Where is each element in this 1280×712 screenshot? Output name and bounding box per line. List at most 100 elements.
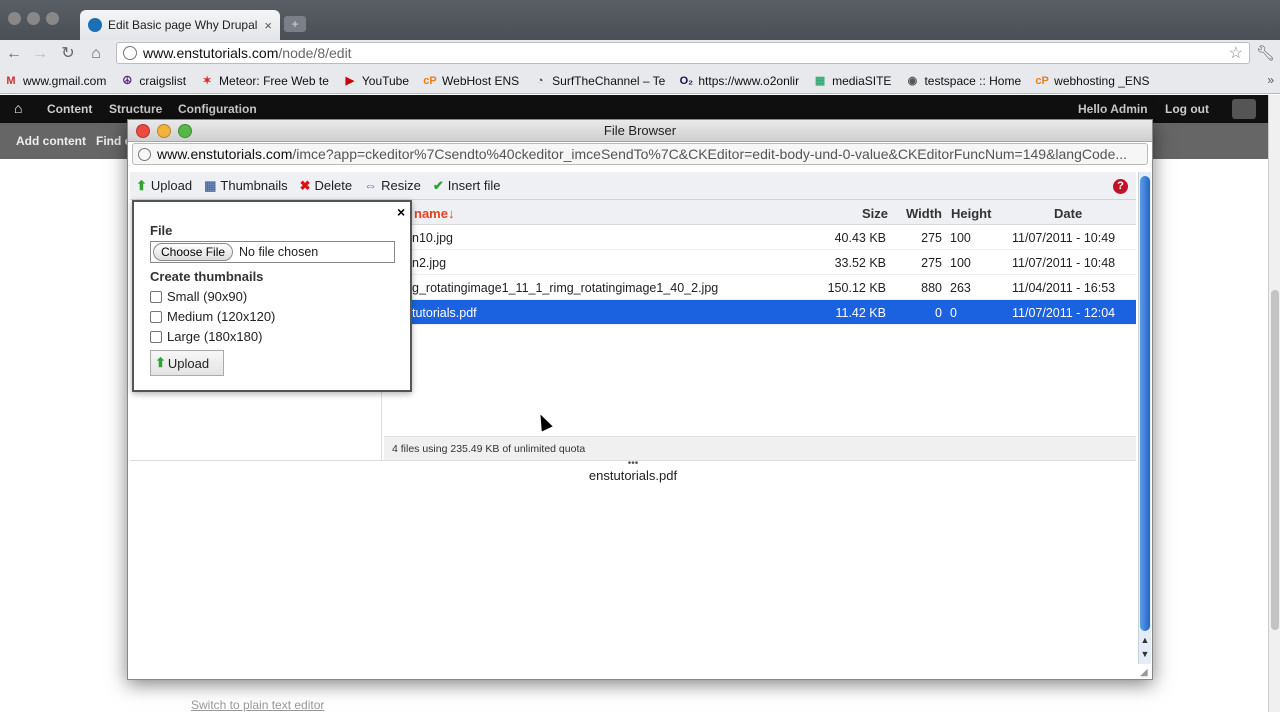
admin-menu-structure[interactable]: Structure (109, 102, 162, 116)
pane-splitter[interactable]: ••• (130, 459, 1136, 469)
bookmark-item[interactable]: ◔ SurfTheChannel – Te (533, 74, 666, 88)
bookmark-item[interactable]: ◉ testspace :: Home (905, 74, 1022, 88)
file-date-cell: 11/07/2011 - 10:49 (1012, 231, 1116, 245)
popup-minimize-button[interactable] (157, 124, 171, 138)
toolbar-insert-label: Insert file (447, 178, 501, 193)
bookmark-star-icon[interactable]: ☆ (1229, 43, 1243, 63)
popup-scrollbar[interactable]: ▲ ▼ (1138, 172, 1151, 664)
bookmark-item[interactable]: Mwww.gmail.com (4, 74, 106, 88)
close-icon[interactable]: × (397, 204, 405, 220)
file-name-cell: n2.jpg (412, 256, 447, 270)
column-name-header[interactable]: name↓ (414, 206, 454, 221)
column-width-header[interactable]: Width (906, 206, 942, 221)
bookmark-item[interactable]: ▶ YouTube (343, 74, 409, 88)
shortcut-add-content[interactable]: Add content (16, 134, 86, 148)
file-row[interactable]: n10.jpg 40.43 KB 275 100 11/07/2011 - 10:49 (384, 225, 1136, 250)
thumb-small-checkbox[interactable] (150, 290, 162, 303)
meteor-icon: ✶ (202, 74, 212, 87)
help-icon[interactable]: ? (1113, 179, 1128, 194)
admin-menu-content[interactable]: Content (47, 102, 92, 116)
bookmark-label: https://www.o2onlir (698, 73, 800, 88)
browser-tab[interactable]: Edit Basic page Why Drupal × (80, 10, 280, 40)
bookmark-item[interactable]: cP WebHost ENS (423, 74, 519, 88)
toolbar-thumbnails-button[interactable]: ▦ Thumbnails (198, 178, 294, 194)
file-size-cell: 11.42 KB (835, 306, 886, 320)
choose-file-button[interactable]: Choose File (153, 243, 234, 261)
toolbar-insert-button[interactable]: ✔ Insert file (427, 178, 507, 194)
gmail-icon: M (6, 74, 16, 87)
address-bar[interactable]: www.enstutorials.com /node/8/edit ☆ (116, 42, 1250, 64)
thumb-large-checkbox[interactable] (150, 330, 162, 343)
page-scrollbar-thumb[interactable] (1271, 290, 1279, 630)
thumb-large-option[interactable]: Large (180x180) (150, 329, 262, 344)
toolbar-delete-label: Delete (314, 178, 353, 193)
window-maximize-button[interactable] (46, 12, 59, 25)
hello-admin-link[interactable]: Hello Admin (1078, 102, 1148, 116)
thumb-medium-checkbox[interactable] (150, 310, 162, 323)
file-height-cell: 263 (950, 281, 971, 295)
file-list-header: name↓ Size Width Height Date (384, 200, 1136, 225)
file-row[interactable]: g_rotatingimage1_11_1_rimg_rotatingimage… (384, 275, 1136, 300)
bookmark-item[interactable]: O₂ https://www.o2onlir (679, 74, 799, 88)
thumbnails-icon: ▦ (204, 177, 217, 193)
upload-icon: ⬆ (136, 177, 147, 193)
shortcuts-toggle-button[interactable] (1232, 99, 1256, 119)
file-row[interactable]: n2.jpg 33.52 KB 275 100 11/07/2011 - 10:48 (384, 250, 1136, 275)
thumb-medium-option[interactable]: Medium (120x120) (150, 309, 275, 324)
toolbar-resize-button[interactable]: ⇔ Resize (358, 178, 427, 193)
file-input[interactable]: Choose File No file chosen (150, 241, 395, 263)
url-host: www.enstutorials.com (143, 45, 279, 61)
logout-link[interactable]: Log out (1165, 102, 1209, 116)
file-date-cell: 11/04/2011 - 16:53 (1012, 281, 1116, 295)
popup-scrollbar-thumb[interactable] (1140, 176, 1150, 631)
file-name-cell: g_rotatingimage1_11_1_rimg_rotatingimage… (412, 281, 719, 295)
page-scrollbar[interactable] (1268, 95, 1280, 712)
column-height-header[interactable]: Height (951, 206, 991, 221)
window-resize-grip[interactable]: ◢ (1140, 667, 1148, 678)
popup-close-button[interactable] (136, 124, 150, 138)
toolbar-delete-button[interactable]: ✖ Delete (294, 178, 358, 194)
create-thumbnails-label: Create thumbnails (150, 269, 264, 284)
wrench-menu-icon[interactable]: 🔧︎ (1256, 44, 1275, 62)
thumb-small-option[interactable]: Small (90x90) (150, 289, 247, 304)
file-name-cell: n10.jpg (412, 231, 454, 245)
bookmark-item[interactable]: ☮ craigslist (120, 74, 186, 88)
column-date-header[interactable]: Date (1054, 206, 1082, 221)
column-size-header[interactable]: Size (862, 206, 888, 221)
popup-address-bar[interactable]: www.enstutorials.com /imce?app=ckeditor%… (132, 143, 1148, 165)
popup-zoom-button[interactable] (178, 124, 192, 138)
home-icon[interactable]: ⌂ (86, 44, 106, 64)
toolbar-upload-button[interactable]: ⬆ Upload (130, 178, 198, 194)
cpanel-icon: cP (423, 74, 437, 87)
popup-url-host: www.enstutorials.com (157, 146, 293, 162)
file-row[interactable]: tutorials.pdf 11.42 KB 0 0 11/07/2011 - 12:0… (384, 300, 1136, 325)
scroll-down-arrow-icon[interactable]: ▼ (1139, 648, 1151, 660)
new-tab-button[interactable]: + (284, 16, 306, 32)
url-path: /node/8/edit (278, 45, 352, 61)
upload-arrow-icon: ⬆ (155, 355, 166, 370)
bookmarks-overflow-icon[interactable]: » (1267, 73, 1274, 87)
cpanel-icon: cP (1035, 74, 1049, 87)
bookmarks-bar: Mwww.gmail.com ☮ craigslist ✶ Meteor: Free W… (0, 68, 1280, 94)
file-height-cell: 100 (950, 256, 971, 270)
file-browser-window: File Browser www.enstutorials.com /imce?… (127, 119, 1153, 680)
bookmark-item[interactable]: cP webhosting _ENS (1035, 74, 1149, 88)
browser-tabstrip: Edit Basic page Why Drupal × + (0, 0, 1280, 40)
upload-submit-label: Upload (167, 355, 210, 371)
admin-home-icon[interactable]: ⌂ (14, 100, 22, 116)
file-date-cell: 11/07/2011 - 12:04 (1012, 306, 1116, 320)
scroll-up-arrow-icon[interactable]: ▲ (1139, 634, 1151, 646)
back-arrow-icon[interactable]: ← (4, 44, 24, 64)
bookmark-label: YouTube (361, 73, 410, 88)
switch-editor-link[interactable]: Switch to plain text editor (191, 698, 324, 712)
reload-icon[interactable]: ↻ (58, 44, 78, 64)
admin-menu-configuration[interactable]: Configuration (178, 102, 257, 116)
forward-arrow-icon[interactable]: → (30, 44, 50, 64)
bookmark-item[interactable]: ✶ Meteor: Free Web te (200, 74, 328, 88)
bookmark-item[interactable]: ▦ mediaSITE (813, 74, 892, 88)
tab-close-icon[interactable]: × (264, 18, 272, 33)
window-close-button[interactable] (8, 12, 21, 25)
upload-submit-button[interactable]: ⬆ Upload (150, 350, 224, 376)
file-height-cell: 0 (950, 306, 957, 320)
window-minimize-button[interactable] (27, 12, 40, 25)
